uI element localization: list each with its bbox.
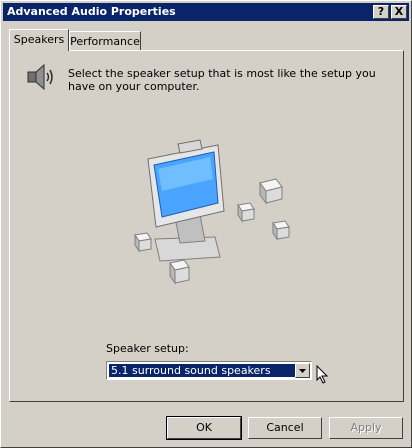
speaker-setup-illustration	[134, 139, 290, 285]
speaker-cube-left	[134, 232, 152, 253]
help-button[interactable]: ?	[373, 5, 389, 19]
mouse-cursor-icon	[316, 365, 329, 384]
window-title: Advanced Audio Properties	[7, 5, 176, 18]
dialog-window: Advanced Audio Properties ? X Speakers P…	[0, 0, 412, 448]
close-button[interactable]: X	[391, 5, 407, 19]
speaker-setup-value: 5.1 surround sound speakers	[109, 364, 295, 377]
apply-button[interactable]: Apply	[329, 417, 403, 439]
cancel-button[interactable]: Cancel	[248, 417, 322, 439]
speakers-panel: Select the speaker setup that is most li…	[9, 50, 404, 402]
speaker-cube-center	[237, 202, 255, 223]
tab-performance[interactable]: Performance	[69, 31, 141, 51]
speaker-cube-right	[272, 220, 290, 241]
speaker-icon	[27, 63, 53, 91]
speaker-setup-select[interactable]: 5.1 surround sound speakers	[106, 361, 312, 380]
tab-performance-label: Performance	[70, 35, 140, 48]
speaker-setup-label: Speaker setup:	[106, 342, 189, 355]
speaker-cube-rear-right	[259, 178, 283, 205]
ok-button[interactable]: OK	[166, 416, 242, 440]
tab-speakers-label: Speakers	[13, 33, 65, 46]
dropdown-button[interactable]	[295, 363, 310, 378]
speaker-cube-subwoofer	[169, 259, 190, 285]
chevron-down-icon	[299, 369, 306, 373]
title-bar[interactable]: Advanced Audio Properties ? X	[3, 3, 409, 21]
description-text: Select the speaker setup that is most li…	[68, 67, 376, 93]
tab-speakers[interactable]: Speakers	[9, 29, 69, 51]
